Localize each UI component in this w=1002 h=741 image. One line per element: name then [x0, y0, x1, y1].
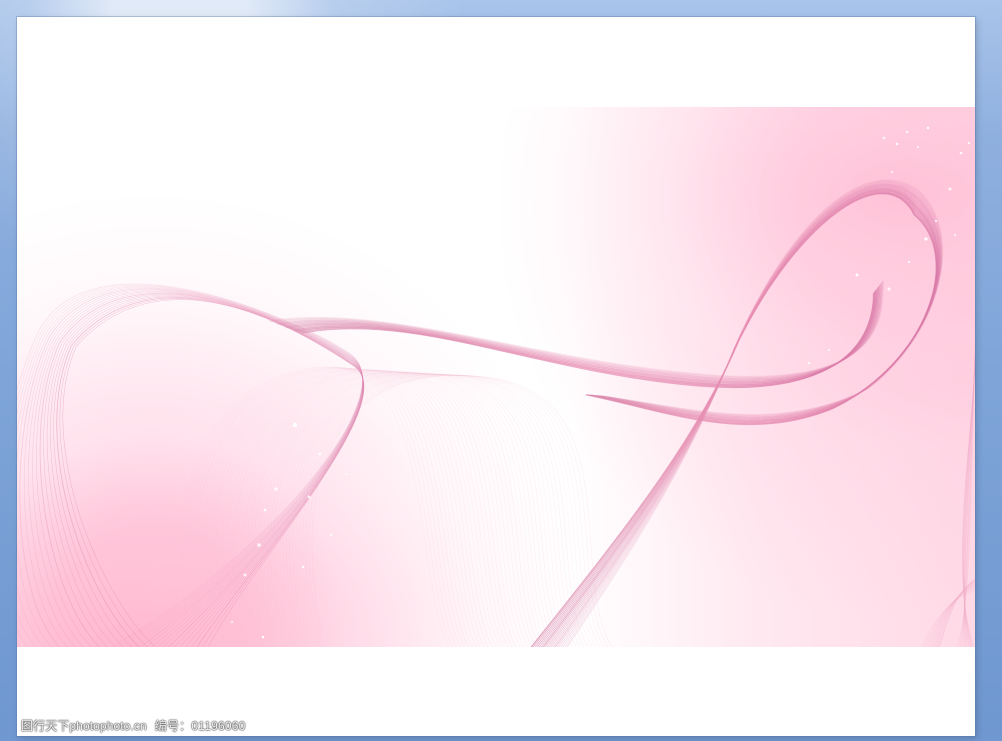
sparkle-dot [926, 126, 930, 130]
ribbon-vector-art [17, 107, 975, 647]
watermark-site: 图行天下photophoto.cn [21, 719, 147, 733]
sparkle-dot [855, 273, 859, 277]
sparkle-dot [307, 495, 311, 499]
sparkle-dot [329, 533, 333, 537]
right-pink-glow [17, 107, 975, 647]
sparkle-dot [827, 348, 831, 352]
sparkle-dot [318, 452, 322, 456]
sparkle-dot [807, 361, 811, 365]
sparkle-dot [230, 620, 234, 624]
sparkle-dot [243, 573, 247, 577]
watermark-code: 编号：01196060 [154, 719, 246, 733]
sparkle-dot [257, 543, 261, 547]
sparkle-dot [895, 142, 899, 146]
sparkle-dot [959, 151, 963, 155]
sparkle-dot [890, 170, 894, 174]
sparkle-dot [261, 635, 265, 639]
sparkle-dot [907, 260, 911, 264]
sparkle-dot [292, 422, 298, 428]
sparkle-dot [953, 233, 957, 237]
sparkle-dot [882, 136, 886, 140]
sparkle-dot [345, 473, 347, 475]
sparkle-dot [916, 145, 920, 149]
sparkle-dot [301, 565, 305, 569]
sparkle-dot [274, 487, 278, 491]
sparkle-dot [887, 287, 891, 291]
sparkle-dot [263, 508, 267, 512]
sparkle-dot [948, 187, 952, 191]
sparkle-dot [905, 130, 909, 134]
presentation-slide[interactable]: 图行天下photophoto.cn 编号：01196060 [17, 17, 975, 736]
watermark-text: 图行天下photophoto.cn 编号：01196060 [21, 720, 245, 732]
sparkle-dot [967, 141, 971, 145]
sparkle-dot [924, 237, 928, 241]
sparkle-dot [934, 219, 938, 223]
pink-ribbon-artwork [17, 107, 975, 647]
